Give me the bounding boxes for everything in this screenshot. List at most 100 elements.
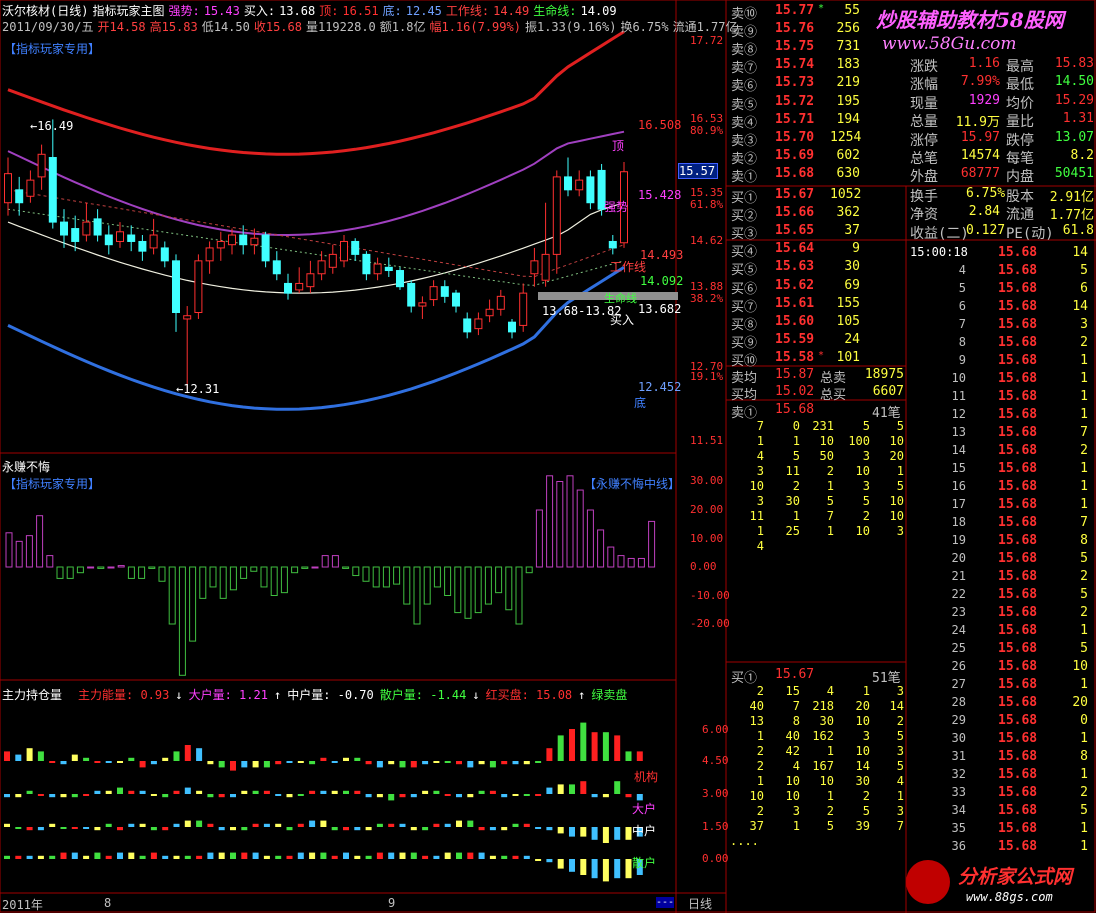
tick-price: 15.68: [998, 695, 1038, 710]
tick-time: 32: [951, 767, 966, 781]
holding-bar: [49, 855, 56, 859]
holding-bar: [286, 761, 293, 763]
holding-bar: [523, 761, 530, 765]
tick-volume: 0: [1080, 713, 1088, 728]
holding-bar: [580, 859, 587, 875]
holding-bar: [139, 855, 146, 859]
osc-bar: [87, 566, 95, 569]
tick-time: 25: [951, 641, 966, 655]
tick-volume: 5: [1080, 551, 1088, 566]
holding-bar: [501, 761, 508, 765]
holding-bar: [388, 852, 395, 859]
holding-bar: [410, 794, 417, 798]
holding-bar: [433, 761, 440, 763]
osc-bar: [36, 515, 44, 568]
osc-bar: [5, 532, 13, 568]
tick-time: 36: [951, 839, 966, 853]
tick-time: 23: [951, 605, 966, 619]
candle-body: [4, 173, 12, 204]
candle-body: [48, 157, 57, 223]
holding-bar: [15, 827, 22, 829]
holding-bar: [625, 827, 632, 840]
queue-cell: 25: [785, 524, 800, 538]
header-item: 指标玩家主图: [92, 4, 165, 18]
holding-bar: [546, 748, 553, 761]
holding-bar: [94, 852, 101, 859]
candle-body: [396, 270, 404, 288]
quote-label: 现量: [910, 95, 938, 112]
tick-time: 31: [951, 749, 966, 763]
more-button[interactable]: ---: [656, 897, 674, 908]
tick-time: 35: [951, 821, 966, 835]
holding-bar: [263, 823, 270, 827]
holding-bar: [557, 784, 564, 794]
holding-bar: [275, 855, 282, 859]
queue-cell: 3: [896, 804, 904, 818]
holding-bar: [580, 722, 587, 761]
ask-label: 卖④: [731, 115, 758, 131]
holding-bar: [376, 852, 383, 859]
ask-label: 卖①: [731, 169, 758, 185]
queue-cell: 30: [785, 494, 800, 508]
queue-cell: 2: [862, 789, 870, 803]
holding-bar: [117, 761, 123, 763]
holding-bar: [4, 823, 10, 827]
header-item: 工作线:: [445, 4, 490, 18]
bid-label: 买④: [731, 245, 758, 261]
osc-bar: [56, 566, 64, 579]
holding-bar: [320, 820, 327, 827]
queue-cell: 2: [862, 509, 870, 523]
holding-bar: [399, 761, 406, 768]
vol-legend-item: ↑: [273, 688, 282, 702]
holding-bar: [444, 852, 451, 859]
osc-bar: [280, 566, 288, 594]
queue-cell: 40: [785, 729, 800, 743]
holding-bar: [422, 855, 429, 859]
tick-time: 29: [951, 713, 966, 727]
holding-bar: [263, 790, 270, 794]
holding-bar: [26, 790, 33, 794]
holding-bar: [354, 855, 361, 859]
tick-price: 15.68: [998, 425, 1038, 440]
candle-body: [340, 240, 348, 262]
queue-cell: 37: [749, 819, 764, 833]
holding-bar: [320, 757, 327, 761]
ask-label: 卖⑤: [731, 97, 758, 113]
tick-volume: 2: [1080, 335, 1088, 350]
bid-label: 买②: [731, 209, 758, 225]
ask-volume: 602: [836, 147, 860, 163]
holding-bar: [602, 794, 609, 798]
candle-body: [508, 321, 516, 333]
header-item: 15.43: [203, 4, 240, 18]
queue-cell: 5: [862, 419, 870, 433]
tick-time: 18: [951, 515, 966, 529]
quote-value: 1.31: [1062, 111, 1094, 127]
queue-cell: 10: [889, 494, 904, 508]
bid-flag: *: [818, 349, 825, 361]
cycle-button[interactable]: 日线: [688, 895, 712, 912]
vol-legend-item: 大户量: 1.21: [188, 688, 268, 702]
tick-price: 15.68: [998, 551, 1038, 566]
holding-bar: [196, 820, 203, 827]
year-label: 2011年: [2, 898, 43, 912]
tick-volume: 1: [1080, 389, 1088, 404]
queue-cell: 3: [862, 479, 870, 493]
holding-bar: [275, 794, 282, 796]
holding-bar: [37, 827, 44, 831]
holding-bar: [263, 855, 270, 859]
osc-bar: [168, 566, 176, 625]
queue-cell: 7: [826, 509, 834, 523]
ask-volume: 731: [836, 39, 860, 55]
queue-cell: 5: [896, 759, 904, 773]
holding-bar: [15, 794, 22, 798]
holding-bar: [297, 761, 304, 763]
ask-price: 15.72: [775, 93, 815, 109]
candle-body: [261, 234, 270, 262]
quote-label: 净资: [910, 207, 938, 224]
vol-legend-item: ↓: [175, 688, 183, 702]
candle-body: [552, 176, 561, 255]
tick-time: 16: [951, 479, 966, 493]
tick-time: 11: [951, 389, 966, 403]
holding-bar: [150, 827, 157, 831]
holding-bar: [105, 855, 112, 859]
